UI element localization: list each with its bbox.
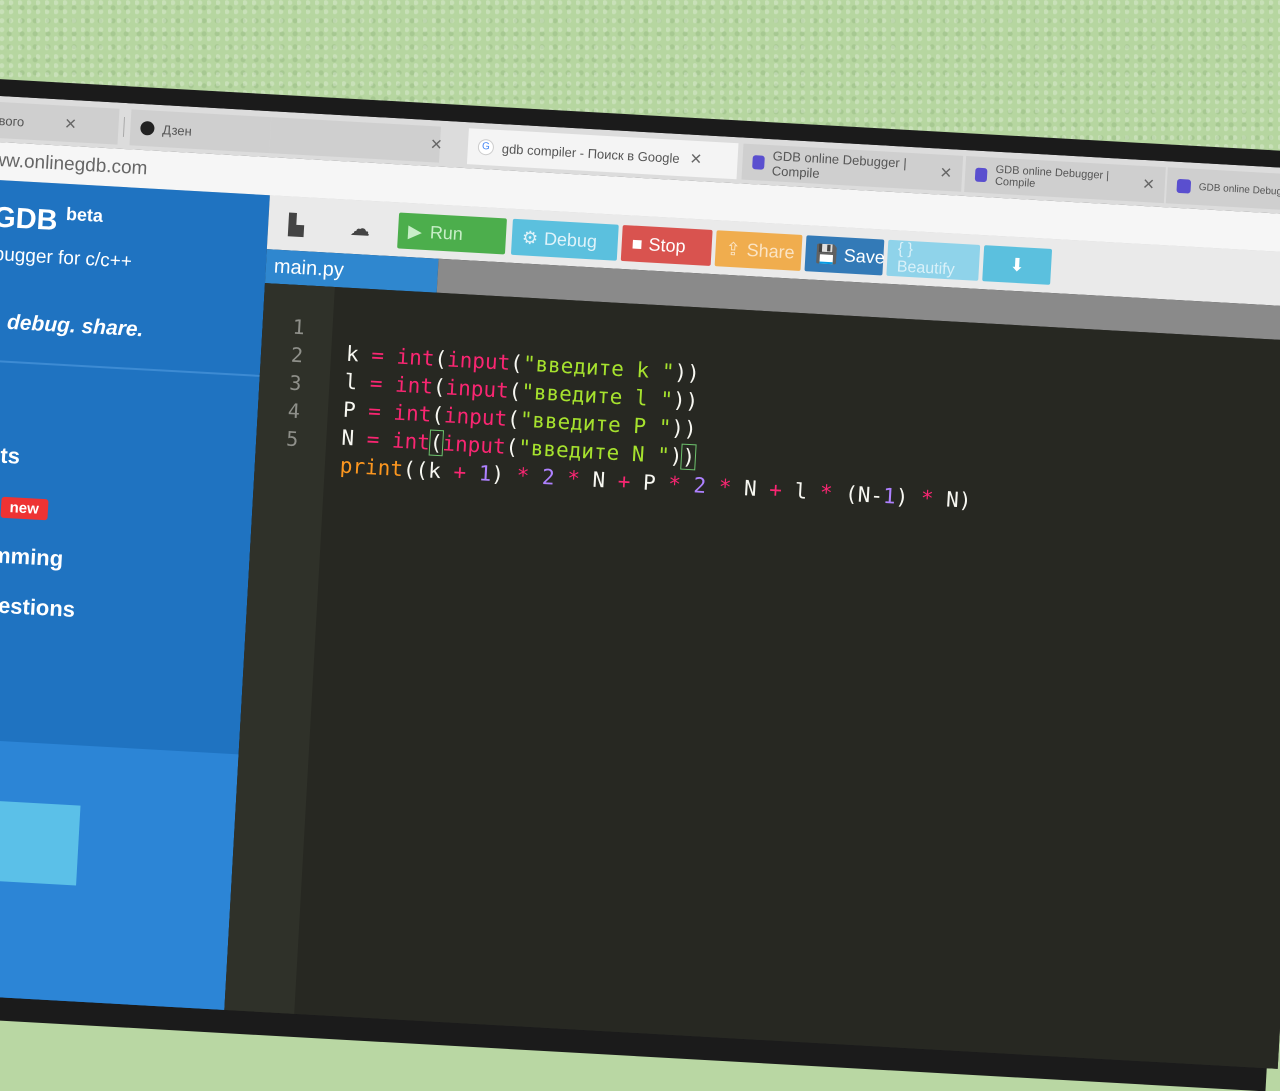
tab-separator [122,116,126,137]
share-icon: ⇪ [725,238,742,260]
address-url[interactable]: ww.onlinegdb.com [0,150,148,181]
code-editor[interactable]: 1 k = int(input("введите k ")) 2 l = int… [223,283,1280,1069]
save-button[interactable]: 💾 Save [804,235,886,276]
debug-label: Debug [543,228,598,252]
browser-tab-title: gdb compiler - Поиск в Google [501,140,681,166]
stop-icon: ■ [631,233,644,254]
debug-icon: ⚙ [521,226,539,248]
file-tab-name: main.py [273,255,345,282]
close-icon[interactable]: ✕ [1142,175,1156,194]
browser-tab-title: вого [0,112,25,129]
sidebar-ad-card[interactable] [0,798,81,886]
sidebar-item-programming[interactable]: ramming [0,541,64,572]
browser-tab[interactable]: GDB online Debugger | Compile ✕ [964,156,1166,204]
monitor-screen: вого ✕ Дзен ✕ G gdb compiler - Поиск в G… [0,96,1280,1069]
debug-button[interactable]: ⚙ Debug [510,218,619,261]
beautify-label: { } Beautify [896,240,956,279]
code-line[interactable]: 5 print((k + 1) * 2 * N + P * 2 * N + l … [257,401,972,513]
line-number: 5 [285,426,300,452]
browser-tab-title: Дзен [161,121,193,139]
play-icon: ▶ [407,220,423,242]
site-subtitle: ebugger for c/c++ [0,243,133,273]
new-file-icon[interactable]: ▙ [273,206,319,244]
sidebar-item-questions[interactable]: Questions [0,591,76,623]
save-label: Save [843,244,886,268]
download-button[interactable]: ⬇ [982,245,1053,285]
gdb-icon [974,167,988,183]
close-icon[interactable]: ✕ [939,164,953,183]
site-title-beta: beta [65,203,104,226]
gdb-icon [1176,178,1192,194]
share-label: Share [746,239,796,263]
save-icon: 💾 [814,243,839,265]
sidebar-item-projects[interactable]: ects [0,441,21,469]
sidebar-item-label: ects [0,441,21,469]
close-icon[interactable]: ✕ [64,115,78,134]
upload-icon[interactable]: ☁ [337,209,383,247]
code-line[interactable]: 1 k = int(input("введите k ")) [263,289,700,386]
stop-button[interactable]: ■ Stop [620,224,713,266]
site-logo[interactable]: GDB beta [0,200,104,241]
sidebar-item-label: Questions [0,591,76,622]
run-button[interactable]: ▶ Run [397,212,507,255]
run-label: Run [429,221,464,244]
share-button[interactable]: ⇪ Share [714,230,803,271]
stop-label: Stop [648,233,687,256]
browser-tab[interactable]: ✕ [269,117,443,163]
zen-icon [140,120,155,136]
sidebar-divider [0,359,260,377]
download-icon: ⬇ [1009,254,1026,275]
browser-tab[interactable]: GDB online Debugger | C [1165,167,1280,213]
browser-tab-title: GDB online Debugger | Compile [771,148,908,181]
browser-tab-title: GDB online Debugger | Compile [994,163,1110,190]
sidebar-item-label: ramming [0,541,64,572]
beautify-button[interactable]: { } Beautify [886,239,981,281]
site-tagline: . debug. share. [0,310,145,342]
code-line[interactable]: 4 N = int(input("введите N ")) [258,373,697,471]
code-line[interactable]: 2 l = int(input("введите l ")) [262,317,698,414]
code-line[interactable]: 3 P = int(input("введите P ")) [260,345,697,442]
sidebar: GDB beta ebugger for c/c++ . debug. shar… [0,179,270,1054]
sidebar-item-new[interactable]: n new [0,491,49,521]
google-icon: G [477,138,495,156]
new-badge: new [0,496,49,520]
gdb-icon [752,155,765,170]
browser-tab[interactable]: Дзен [129,109,272,154]
browser-tab-title: GDB online Debugger | C [1198,181,1280,199]
browser-tab[interactable]: вого ✕ [0,101,120,145]
site-title: GDB [0,201,59,238]
close-icon[interactable]: ✕ [689,150,703,169]
close-icon[interactable]: ✕ [429,135,443,154]
